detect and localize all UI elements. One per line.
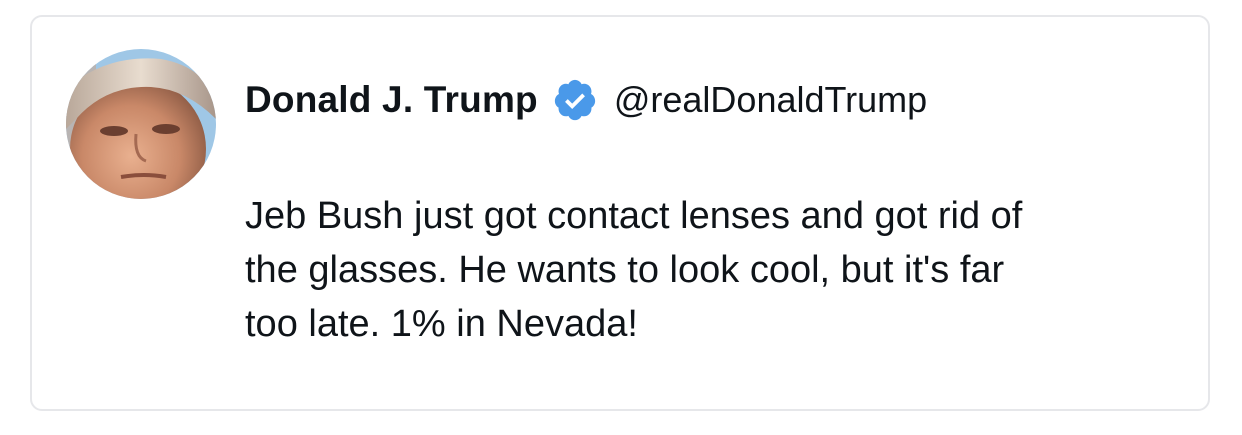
tweet-card[interactable]: Donald J. Trump @realDonaldTrump Jeb Bus…: [30, 15, 1210, 411]
verified-badge-icon: [552, 77, 598, 123]
tweet-text: Jeb Bush just got contact lenses and got…: [245, 195, 1023, 345]
profile-photo-icon: [66, 49, 216, 199]
avatar[interactable]: [66, 49, 216, 199]
author-handle[interactable]: @realDonaldTrump: [614, 79, 927, 121]
tweet-header: Donald J. Trump @realDonaldTrump: [245, 75, 927, 125]
display-name[interactable]: Donald J. Trump: [245, 79, 538, 121]
